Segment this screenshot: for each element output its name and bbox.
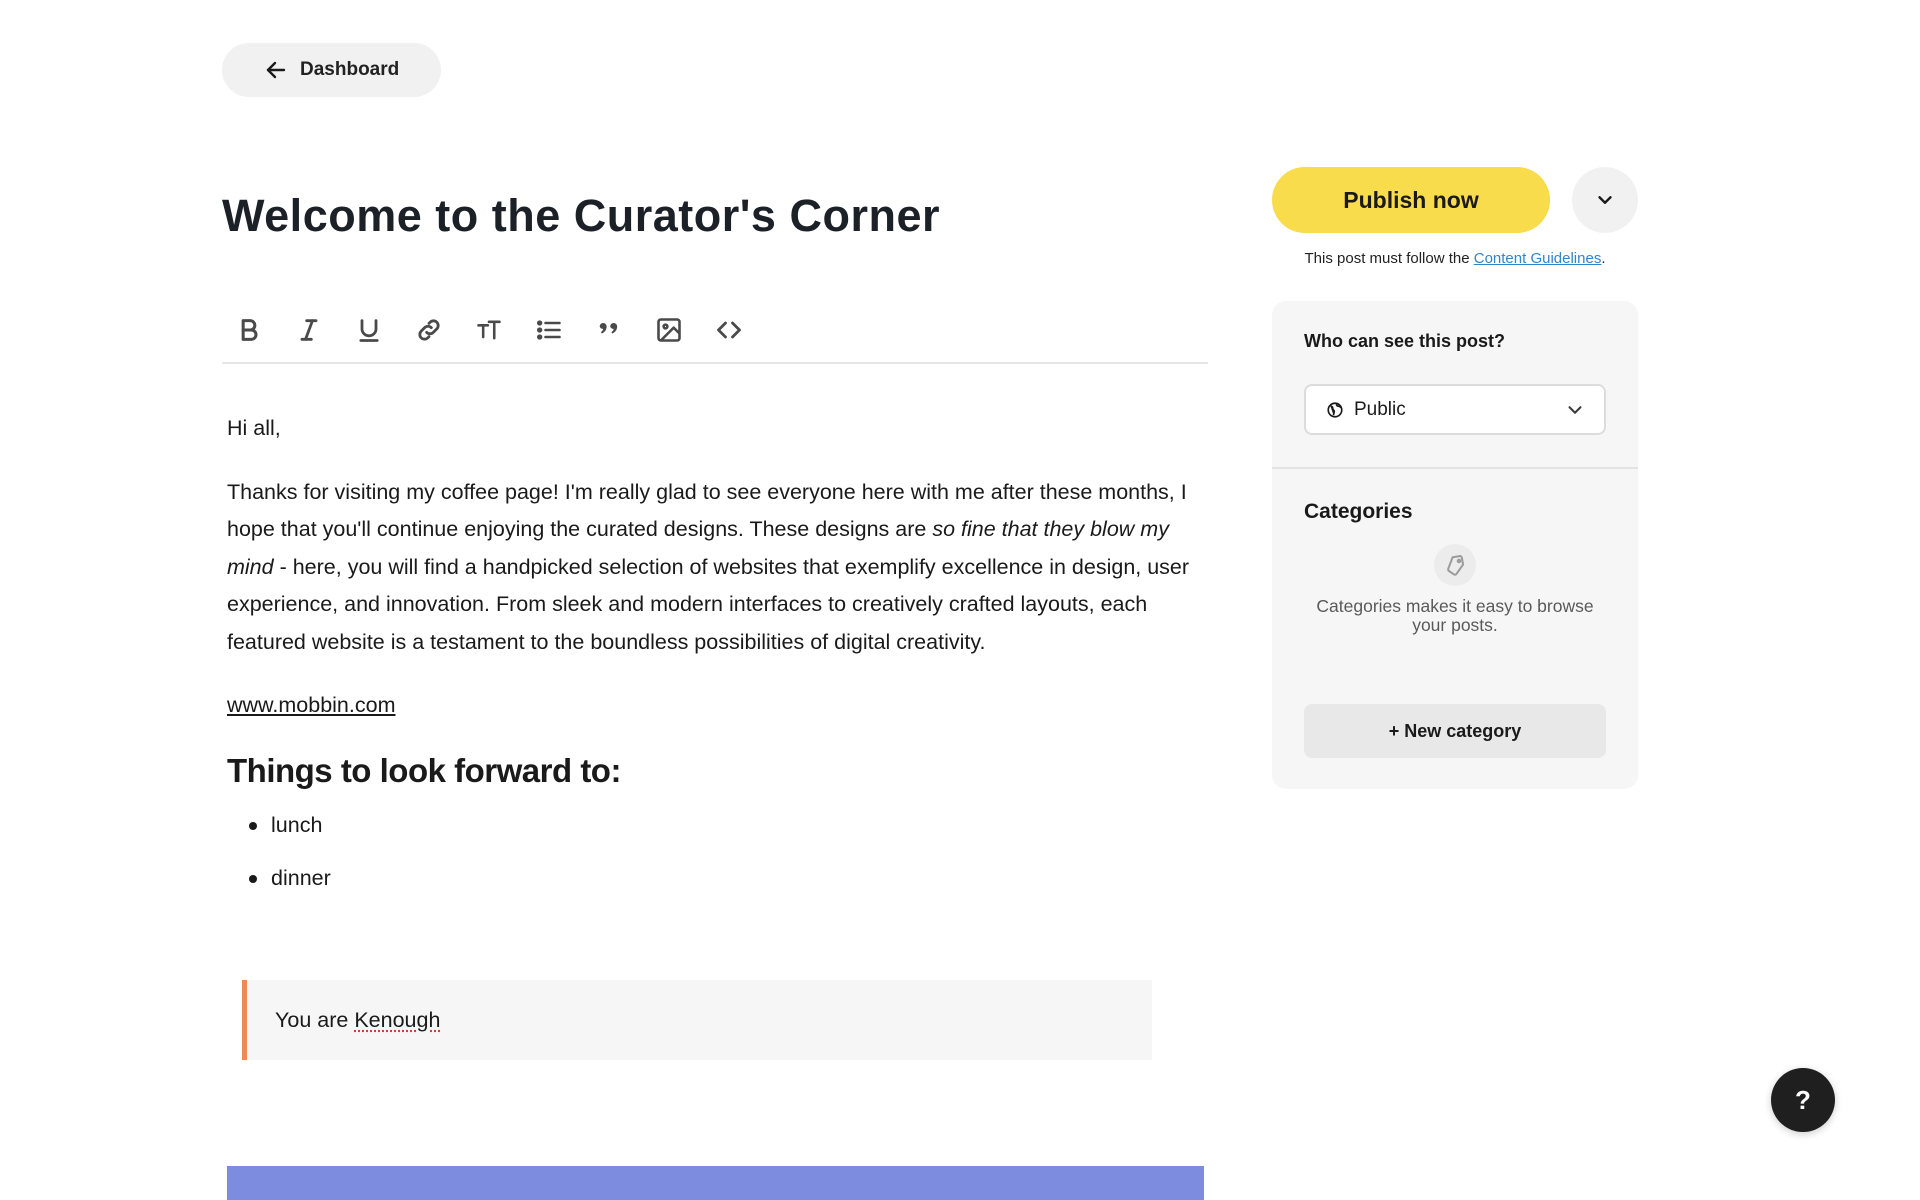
panel-divider [1272,467,1638,469]
categories-label: Categories [1304,500,1413,524]
arrow-left-icon [264,58,288,82]
formatting-toolbar [222,298,1208,364]
intro-paragraph: Thanks for visiting my coffee page! I'm … [227,474,1207,662]
embedded-media-block[interactable] [227,1166,1204,1200]
bullet-list: lunch dinner [249,807,1207,897]
quote-text: You are Kenough [275,1008,440,1033]
blockquote: You are Kenough [242,980,1152,1060]
list-item: dinner [249,860,1207,897]
visibility-value: Public [1354,399,1406,421]
content-guidelines-link[interactable]: Content Guidelines [1474,250,1602,267]
chevron-down-icon [1564,399,1586,421]
post-editor-page: Dashboard Welcome to the Curator's Corne… [0,0,1920,1200]
image-button[interactable] [654,315,684,345]
italic-icon [295,316,323,344]
bold-icon [235,316,263,344]
post-title[interactable]: Welcome to the Curator's Corner [222,190,940,242]
code-button[interactable] [714,315,744,345]
image-icon [655,316,683,344]
misspelled-word: Kenough [354,1008,440,1032]
back-button-label: Dashboard [300,59,399,81]
visibility-select[interactable]: Public [1304,384,1606,435]
link-paragraph: www.mobbin.com [227,687,1207,725]
blockquote-button[interactable] [594,315,624,345]
text-size-icon [475,316,503,344]
publish-now-button[interactable]: Publish now [1272,167,1550,233]
text-size-button[interactable] [474,315,504,345]
underline-button[interactable] [354,315,384,345]
bold-button[interactable] [234,315,264,345]
list-icon [535,316,563,344]
back-to-dashboard-button[interactable]: Dashboard [222,43,441,97]
greeting-paragraph: Hi all, [227,410,1207,448]
publish-options-button[interactable] [1572,167,1638,233]
quote-icon [595,316,623,344]
quote-prefix: You are [275,1008,354,1032]
underline-icon [355,316,383,344]
guidelines-note: This post must follow the Content Guidel… [1272,250,1638,267]
intro-text-end: - here, you will find a handpicked selec… [227,555,1189,654]
italic-button[interactable] [294,315,324,345]
list-item: lunch [249,807,1207,844]
visibility-label: Who can see this post? [1304,331,1505,352]
code-icon [715,316,743,344]
bullet-list-button[interactable] [534,315,564,345]
mobbin-link[interactable]: www.mobbin.com [227,693,395,717]
guidelines-suffix: . [1601,250,1605,267]
section-heading: Things to look forward to: [227,751,1207,791]
link-button[interactable] [414,315,444,345]
tag-icon [1443,553,1467,577]
chevron-down-icon [1594,189,1616,211]
post-body-editor[interactable]: Hi all, Thanks for visiting my coffee pa… [227,410,1207,913]
post-settings-panel: Who can see this post? Public Categories… [1272,301,1638,789]
new-category-button[interactable]: + New category [1304,704,1606,758]
tag-icon-circle [1434,544,1476,586]
help-button[interactable]: ? [1771,1068,1835,1132]
categories-description: Categories makes it easy to browse your … [1312,597,1598,635]
globe-icon [1326,401,1344,419]
link-icon [415,316,443,344]
guidelines-prefix: This post must follow the [1305,250,1474,267]
